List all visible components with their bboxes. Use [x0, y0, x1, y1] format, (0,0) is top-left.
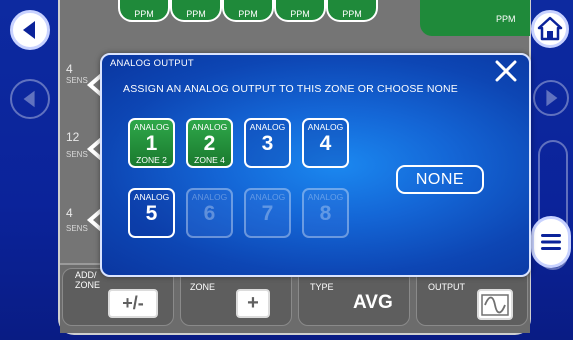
sensor-count: 4 [66, 62, 73, 76]
analog-number: 7 [261, 202, 274, 225]
zone-add-button[interactable]: + [236, 289, 270, 318]
analog-output-8-button: ANALOG 8 [302, 188, 349, 238]
analog-output-4-button[interactable]: ANALOG 4 [302, 118, 349, 168]
analog-header: ANALOG [133, 122, 170, 132]
analog-number: 1 [145, 132, 158, 155]
back-button[interactable] [10, 10, 50, 50]
previous-button-disabled [10, 79, 50, 119]
sensor-ppm-pill[interactable]: PPM [118, 0, 170, 22]
type-label: TYPE [310, 282, 334, 292]
output-select-button[interactable] [477, 289, 513, 320]
analog-header: ANALOG [249, 122, 286, 132]
analog-output-2-button[interactable]: ANALOG 2 ZONE 4 [186, 118, 233, 168]
back-arrow-icon [23, 21, 35, 39]
zone-label: ZONE [190, 282, 216, 292]
analog-header: ANALOG [133, 192, 170, 202]
analog-number: 6 [203, 202, 216, 225]
left-arrow-icon [23, 90, 35, 108]
analog-header: ANALOG [307, 192, 344, 202]
sine-wave-icon [481, 293, 509, 316]
analog-header: ANALOG [191, 192, 228, 202]
hamburger-menu-icon [541, 234, 561, 250]
next-button-disabled [533, 80, 569, 116]
add-zone-label: ADD/ ZONE [75, 270, 101, 290]
none-button[interactable]: NONE [396, 165, 484, 194]
home-button[interactable] [531, 10, 569, 48]
type-value[interactable]: AVG [353, 292, 393, 314]
analog-number: 4 [319, 132, 332, 155]
close-icon[interactable] [493, 58, 519, 84]
analog-output-6-button: ANALOG 6 [186, 188, 233, 238]
analog-header: ANALOG [191, 122, 228, 132]
dialog-title: ANALOG OUTPUT [110, 58, 194, 69]
analog-output-5-button[interactable]: ANALOG 5 [128, 188, 175, 238]
analog-number: 2 [203, 132, 216, 155]
analog-zone-assignment: ZONE 4 [194, 155, 225, 165]
output-label: OUTPUT [428, 282, 465, 292]
menu-button[interactable] [531, 216, 571, 268]
right-arrow-icon [546, 89, 558, 107]
sensor-count: 4 [66, 206, 73, 220]
analog-zone-assignment: ZONE 2 [136, 155, 167, 165]
analog-header: ANALOG [249, 192, 286, 202]
sensor-ppm-pill[interactable]: PPM [326, 0, 378, 22]
analog-output-3-button[interactable]: ANALOG 3 [244, 118, 291, 168]
analog-output-1-button[interactable]: ANALOG 1 ZONE 2 [128, 118, 175, 168]
sensor-ppm-pill[interactable]: PPM [222, 0, 274, 22]
sensor-ppm-pill[interactable]: PPM [170, 0, 222, 22]
add-remove-zone-button[interactable]: +/- [108, 289, 158, 318]
home-icon [537, 16, 563, 41]
analog-number: 5 [145, 202, 158, 225]
main-ppm-unit: PPM [496, 14, 516, 24]
sensor-count: 12 [66, 130, 80, 144]
analog-number: 8 [319, 202, 332, 225]
analog-number: 3 [261, 132, 274, 155]
sensor-ppm-pill[interactable]: PPM [274, 0, 326, 22]
analog-output-7-button: ANALOG 7 [244, 188, 291, 238]
analog-header: ANALOG [307, 122, 344, 132]
dialog-instruction: ASSIGN AN ANALOG OUTPUT TO THIS ZONE OR … [123, 83, 458, 95]
